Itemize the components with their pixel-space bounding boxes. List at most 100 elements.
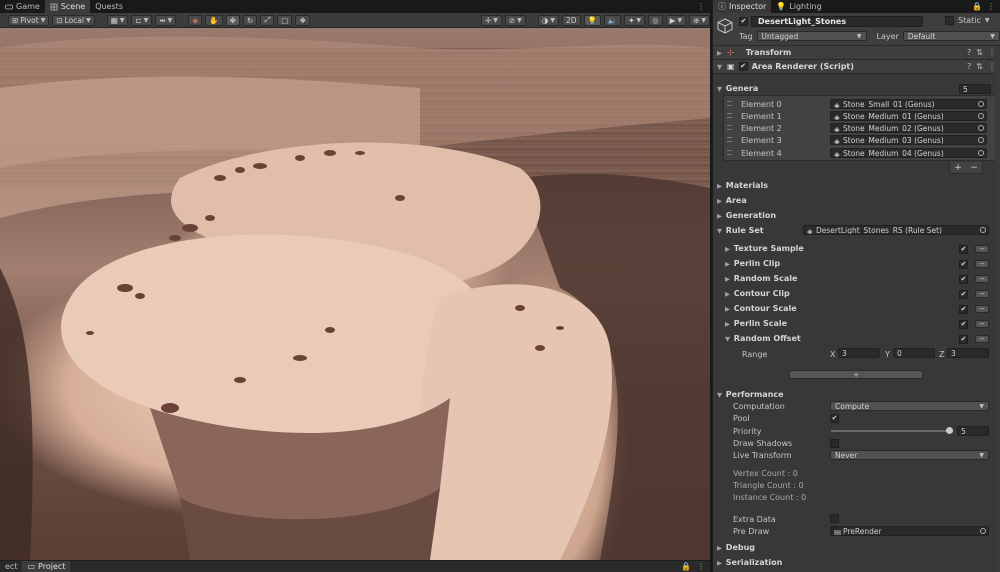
drag-handle-icon[interactable] [727, 137, 732, 142]
rule-enabled-checkbox[interactable]: ✔ [959, 260, 968, 269]
object-picker-icon[interactable] [978, 125, 984, 131]
remove-rule-button[interactable]: − [975, 260, 989, 268]
transform-tool-button[interactable]: ❖ [295, 14, 311, 26]
orientation-button[interactable]: ✛ ▼ [480, 14, 502, 26]
gizmo-button[interactable]: ⊘ ▼ [504, 14, 526, 26]
effects-button[interactable]: ✦ ▼ [624, 14, 646, 26]
rule-foldout[interactable]: ▶ Perlin Scale [725, 319, 787, 328]
tab-project-partial[interactable]: ect [0, 561, 22, 572]
tab-inspector[interactable]: ⓘ Inspector [713, 0, 772, 13]
pivot-dropdown[interactable]: ⊞ Pivot ▼ [8, 14, 50, 26]
remove-rule-button[interactable]: − [975, 320, 989, 328]
rect-tool-button[interactable]: ▢ [277, 14, 293, 26]
remove-rule-button[interactable]: − [975, 290, 989, 298]
pre-draw-object-field[interactable]: ▤ PreRender [830, 526, 989, 536]
help-icon[interactable]: ? [967, 48, 971, 57]
move-tool-button[interactable]: ✥ [225, 14, 240, 26]
range-x-field[interactable]: 3 [838, 348, 880, 358]
rule-set-foldout[interactable]: ▼ Rule Set [717, 226, 764, 235]
view-tool-button[interactable]: ◈ [188, 14, 203, 26]
lock-icon[interactable]: 🔒 [972, 2, 982, 11]
tag-dropdown[interactable]: Untagged ▼ [756, 31, 867, 41]
rule-foldout[interactable]: ▶ Perlin Clip [725, 259, 780, 268]
lock-icon[interactable]: 🔒 [681, 562, 691, 571]
more-options-icon[interactable]: ⋮ [697, 2, 705, 11]
component-enabled-checkbox[interactable]: ✔ [738, 62, 748, 71]
grid-snap-button[interactable]: ▦ ▼ [106, 14, 129, 26]
increment-snap-button[interactable]: ⊏ ▼ [131, 14, 153, 26]
extra-data-checkbox[interactable] [830, 514, 839, 523]
drag-handle-icon[interactable] [727, 150, 732, 155]
remove-rule-button[interactable]: − [975, 275, 989, 283]
scene-viewport[interactable] [0, 28, 710, 560]
rule-foldout[interactable]: ▼ Random Offset [725, 334, 801, 343]
priority-field[interactable]: 5 [957, 426, 989, 436]
remove-rule-button[interactable]: − [975, 245, 989, 253]
lighting-toggle[interactable]: 💡 [583, 14, 601, 26]
component-area-renderer[interactable]: ▼ ▣ ✔ Area Renderer (Script) ? ⇅ ⋮ [713, 60, 1000, 74]
rule-enabled-checkbox[interactable]: ✔ [959, 335, 968, 344]
tab-scene[interactable]: Scene [44, 0, 91, 13]
rule-enabled-checkbox[interactable]: ✔ [959, 275, 968, 284]
more-options-icon[interactable]: ⋮ [987, 2, 995, 11]
rule-enabled-checkbox[interactable]: ✔ [959, 320, 968, 329]
add-element-button[interactable]: + [954, 163, 962, 173]
area-foldout[interactable]: ▶ Area [717, 196, 747, 205]
scale-tool-button[interactable]: ⤢ [260, 14, 275, 26]
gizmos-button[interactable]: ⊕ ▼ [689, 14, 710, 26]
object-picker-icon[interactable] [978, 101, 984, 107]
rotate-tool-button[interactable]: ↻ [242, 14, 258, 26]
add-rule-button[interactable]: + [789, 370, 923, 379]
rule-enabled-checkbox[interactable]: ✔ [959, 305, 968, 314]
drag-handle-icon[interactable] [727, 101, 732, 106]
remove-rule-button[interactable]: − [975, 305, 989, 313]
visibility-toggle[interactable]: ◎ [648, 14, 663, 26]
static-checkbox[interactable] [945, 16, 954, 25]
audio-toggle[interactable]: 🔈 [603, 14, 622, 26]
inspector-scrollbar[interactable] [995, 46, 1000, 572]
remove-rule-button[interactable]: − [975, 335, 989, 343]
rule-enabled-checkbox[interactable]: ✔ [959, 245, 968, 254]
materials-foldout[interactable]: ▶ Materials [717, 181, 768, 190]
rule-foldout[interactable]: ▶ Contour Clip [725, 289, 790, 298]
object-picker-icon[interactable] [980, 528, 986, 534]
drag-handle-icon[interactable] [727, 125, 732, 130]
drag-handle-icon[interactable] [727, 113, 732, 118]
priority-slider[interactable] [831, 427, 953, 434]
live-transform-dropdown[interactable]: Never ▼ [830, 450, 989, 460]
layer-dropdown[interactable]: Default ▼ [902, 31, 1000, 41]
generation-foldout[interactable]: ▶ Generation [717, 211, 776, 220]
component-transform[interactable]: ▶ ⊹ Transform ? ⇅ ⋮ [713, 46, 1000, 60]
rule-foldout[interactable]: ▶ Contour Scale [725, 304, 797, 313]
pool-checkbox[interactable]: ✔ [830, 414, 839, 423]
help-icon[interactable]: ? [967, 62, 971, 71]
element-object-field[interactable]: ◈ Stone_Medium_02 (Genus) [830, 123, 987, 133]
slider-thumb[interactable] [946, 427, 953, 434]
hand-tool-button[interactable]: ✋ [205, 14, 223, 26]
genera-count-field[interactable]: 5 [959, 84, 991, 94]
object-picker-icon[interactable] [980, 227, 986, 233]
object-picker-icon[interactable] [978, 150, 984, 156]
genera-foldout[interactable]: ▼ Genera [717, 84, 758, 93]
object-picker-icon[interactable] [978, 113, 984, 119]
performance-foldout[interactable]: ▼ Performance [717, 390, 784, 399]
rule-enabled-checkbox[interactable]: ✔ [959, 290, 968, 299]
remove-element-button[interactable]: − [970, 163, 978, 173]
element-object-field[interactable]: ◈ Stone_Medium_04 (Genus) [830, 148, 987, 158]
draw-shadows-checkbox[interactable] [830, 439, 839, 448]
debug-foldout[interactable]: ▶ Debug [717, 543, 755, 552]
tab-lighting[interactable]: 💡 Lighting [771, 0, 826, 13]
static-toggle[interactable]: Static ▼ [945, 16, 990, 25]
rule-set-object-field[interactable]: ◈ DesertLight_Stones_RS (Rule Set) [803, 225, 989, 235]
range-z-field[interactable]: 3 [947, 348, 989, 358]
object-name-field[interactable]: DesertLight_Stones [751, 16, 923, 27]
tab-game[interactable]: Game [0, 0, 45, 13]
space-dropdown[interactable]: ⊡ Local ▼ [52, 14, 95, 26]
rule-foldout[interactable]: ▶ Texture Sample [725, 244, 804, 253]
element-object-field[interactable]: ◈ Stone_Medium_03 (Genus) [830, 135, 987, 145]
computation-dropdown[interactable]: Compute ▼ [830, 401, 989, 411]
shading-mode-button[interactable]: ◑ ▼ [537, 14, 559, 26]
tab-quests[interactable]: Quests [90, 0, 128, 13]
range-y-field[interactable]: 0 [893, 348, 935, 358]
settings-icon[interactable]: ⇅ [976, 48, 983, 57]
